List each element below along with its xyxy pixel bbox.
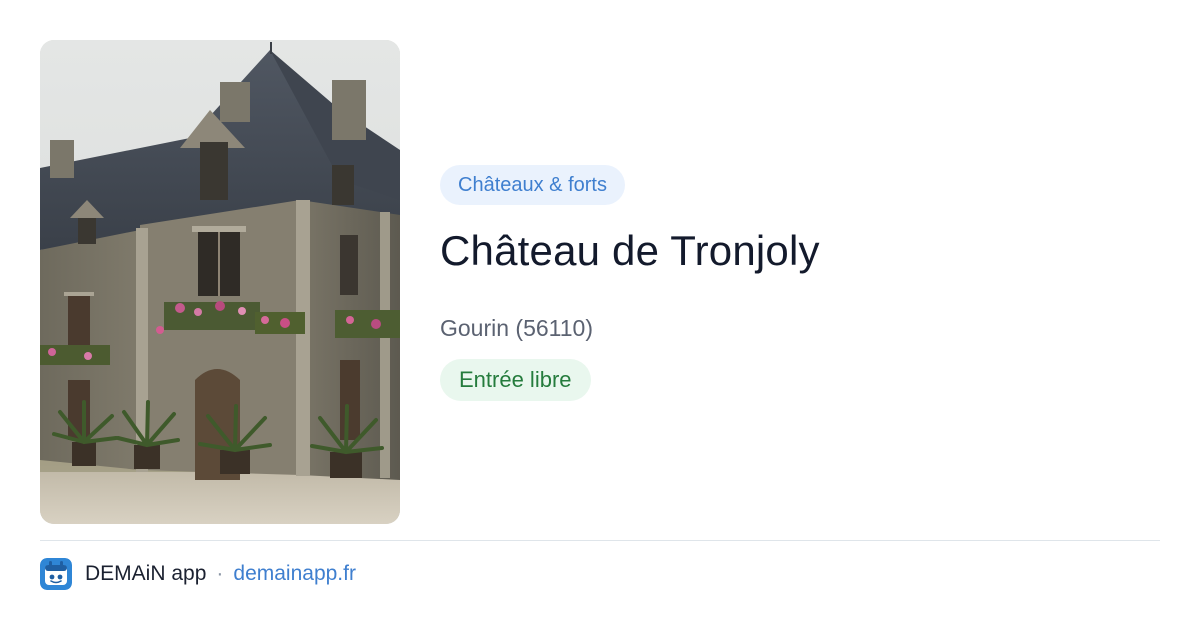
footer-separator: · bbox=[216, 562, 224, 585]
place-title: Château de Tronjoly bbox=[440, 227, 820, 274]
app-logo-icon bbox=[40, 558, 72, 590]
footer: DEMAiN app · demainapp.fr bbox=[40, 557, 356, 591]
app-name: DEMAiN app bbox=[85, 562, 207, 585]
category-tag[interactable]: Châteaux & forts bbox=[440, 165, 625, 205]
share-card: Châteaux & forts Château de Tronjoly Gou… bbox=[0, 0, 1200, 630]
chateau-photo bbox=[40, 40, 400, 524]
place-location: Gourin (56110) bbox=[440, 315, 593, 341]
place-info: Châteaux & forts Château de Tronjoly Gou… bbox=[440, 165, 1160, 401]
access-badge: Entrée libre bbox=[440, 359, 591, 401]
site-link[interactable]: demainapp.fr bbox=[233, 562, 356, 586]
footer-divider bbox=[40, 540, 1160, 541]
